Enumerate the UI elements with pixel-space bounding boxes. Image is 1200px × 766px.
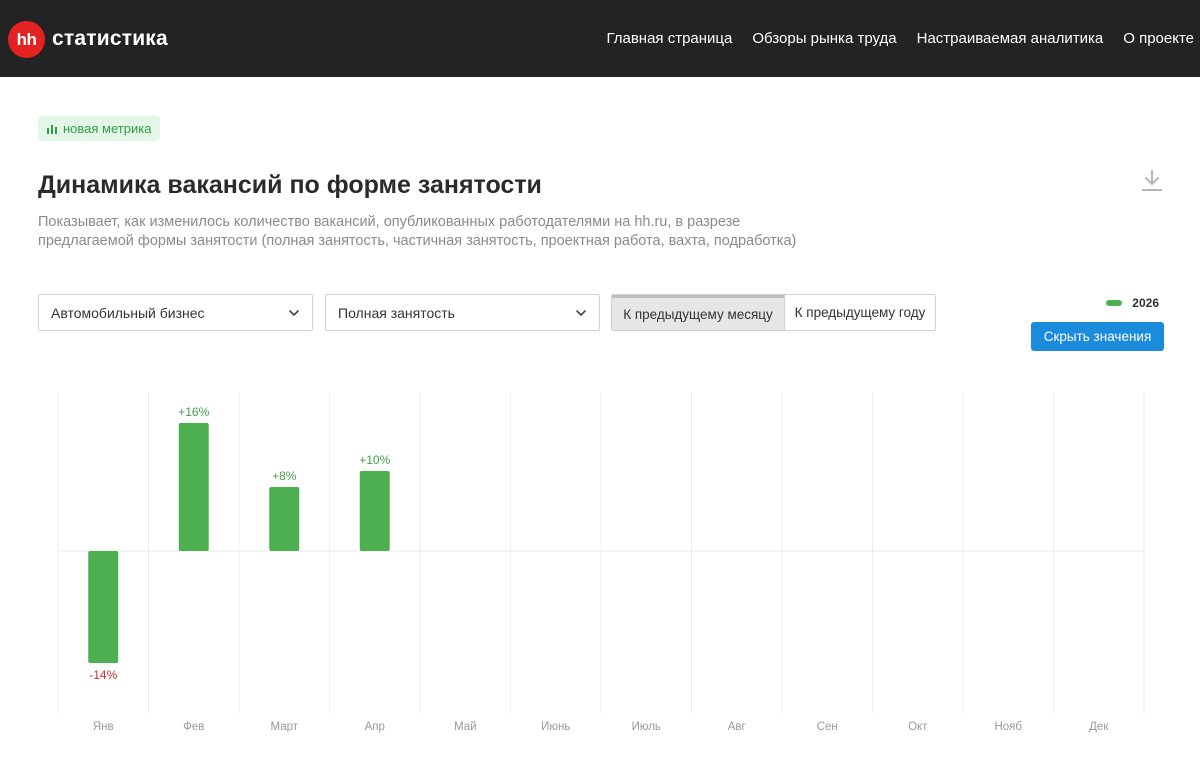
nav-link-market-reviews[interactable]: Обзоры рынка труда bbox=[752, 29, 896, 49]
hide-values-button[interactable]: Скрыть значения bbox=[1031, 322, 1164, 351]
download-button[interactable] bbox=[1141, 169, 1163, 193]
employment-type-select-value: Полная занятость bbox=[338, 304, 455, 321]
comparison-toggle: К предыдущему месяцу К предыдущему году bbox=[611, 294, 936, 331]
page-description: Показывает, как изменилось количество ва… bbox=[38, 214, 797, 249]
employment-type-select[interactable]: Полная занятость bbox=[325, 294, 600, 331]
nav-link-about[interactable]: О проекте bbox=[1123, 29, 1194, 49]
chart-legend: 2026 bbox=[1106, 296, 1159, 310]
hh-logo[interactable]: hh bbox=[8, 21, 45, 58]
main-nav: Главная страница Обзоры рынка труда Наст… bbox=[606, 29, 1194, 49]
chevron-down-icon bbox=[576, 310, 586, 316]
bar-chart-icon bbox=[47, 124, 57, 134]
nav-link-custom-analytics[interactable]: Настраиваемая аналитика bbox=[917, 29, 1104, 49]
download-icon bbox=[1142, 170, 1162, 191]
logo-text[interactable]: статистика bbox=[52, 27, 168, 51]
compare-prev-year-option[interactable]: К предыдущему году bbox=[784, 295, 935, 330]
top-navigation-bar: hh статистика Главная страница Обзоры ры… bbox=[0, 0, 1200, 77]
compare-prev-month-option[interactable]: К предыдущему месяцу bbox=[612, 295, 784, 330]
industry-select[interactable]: Автомобильный бизнес bbox=[38, 294, 313, 331]
legend-swatch-2026 bbox=[1106, 300, 1123, 306]
industry-select-value: Автомобильный бизнес bbox=[51, 304, 205, 321]
badge-label: новая метрика bbox=[63, 121, 152, 136]
nav-link-home[interactable]: Главная страница bbox=[606, 29, 732, 49]
new-metric-badge: новая метрика bbox=[38, 116, 161, 141]
legend-label-2026: 2026 bbox=[1132, 296, 1159, 310]
chevron-down-icon bbox=[289, 310, 299, 316]
page-title: Динамика вакансий по форме занятости bbox=[38, 171, 542, 199]
